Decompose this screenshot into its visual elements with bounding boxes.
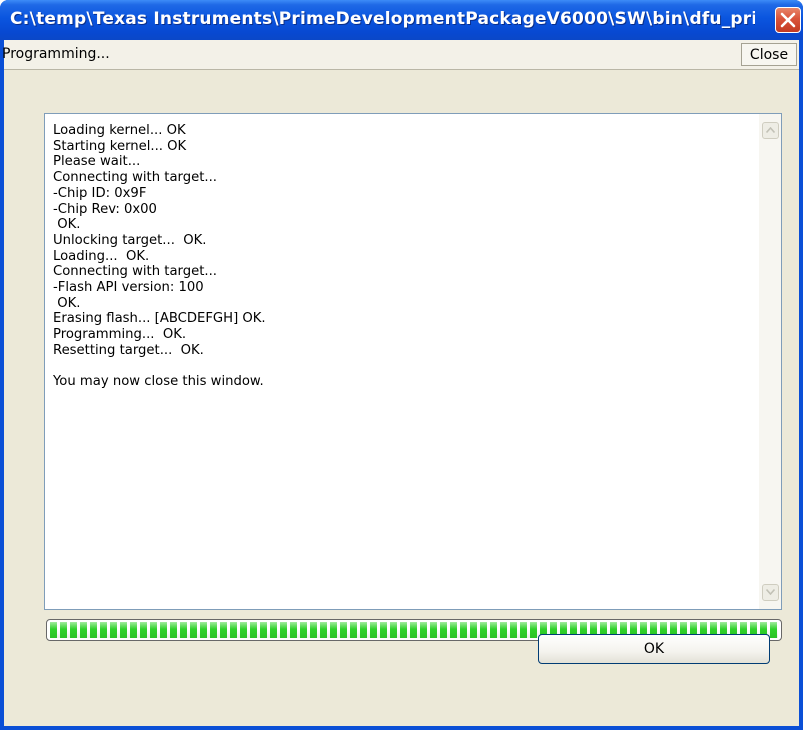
scroll-up-icon[interactable] [762, 122, 779, 139]
title-bar[interactable]: C:\temp\Texas Instruments\PrimeDevelopme… [0, 0, 803, 40]
window-title: C:\temp\Texas Instruments\PrimeDevelopme… [10, 9, 755, 29]
log-output[interactable]: Loading kernel... OK Starting kernel... … [44, 113, 782, 610]
status-toolbar: Programming... Close [2, 40, 799, 70]
vertical-scrollbar[interactable] [759, 114, 781, 609]
close-button[interactable]: Close [741, 43, 797, 66]
app-window: C:\temp\Texas Instruments\PrimeDevelopme… [0, 0, 803, 730]
window-bottom-border [4, 726, 799, 730]
scroll-down-icon[interactable] [762, 584, 779, 601]
log-text: Loading kernel... OK Starting kernel... … [53, 123, 266, 390]
window-client: Programming... Close Loading kernel... O… [2, 40, 799, 730]
ok-button[interactable]: OK [538, 634, 770, 664]
status-text: Programming... [2, 46, 110, 62]
close-x-icon[interactable] [775, 7, 801, 33]
